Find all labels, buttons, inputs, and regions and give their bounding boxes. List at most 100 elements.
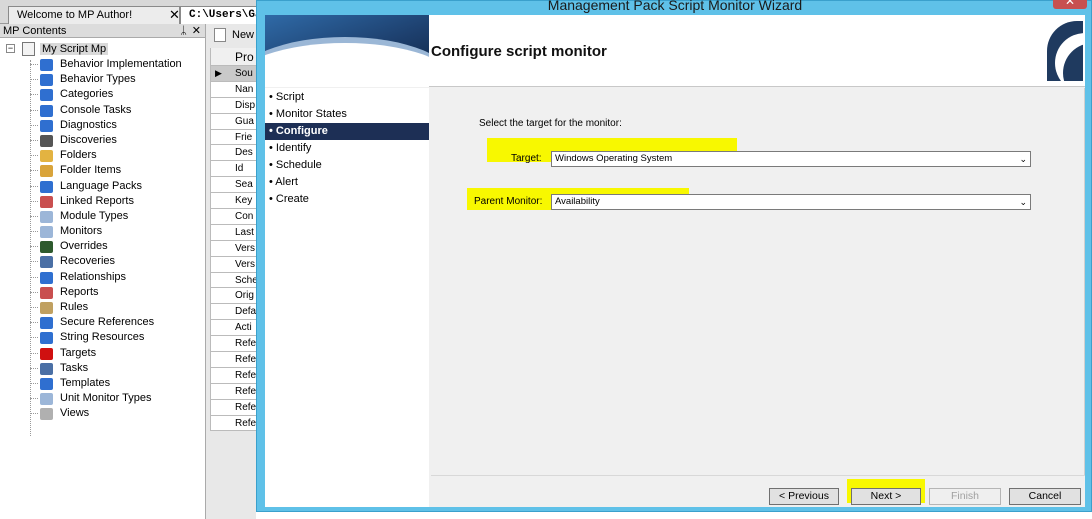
property-row[interactable]: Nan: [210, 81, 256, 98]
parent-monitor-select[interactable]: Availability ⌄: [551, 194, 1031, 210]
tree-item[interactable]: Secure References: [0, 315, 205, 330]
property-row[interactable]: Refe: [210, 399, 256, 416]
property-row[interactable]: Gua: [210, 113, 256, 130]
chevron-down-icon[interactable]: ⌄: [1019, 195, 1027, 209]
property-name: Sou: [235, 68, 253, 79]
property-row[interactable]: Key: [210, 193, 256, 210]
property-row[interactable]: Acti: [210, 320, 256, 337]
pin-icon[interactable]: ᛦ: [180, 24, 187, 38]
close-icon[interactable]: ✕: [192, 24, 201, 38]
tree-item-label: String Resources: [60, 331, 145, 344]
property-name: Refe: [235, 401, 256, 413]
tree-item-label: Monitors: [60, 225, 103, 238]
tree-item[interactable]: Recoveries: [0, 254, 205, 269]
blue-book-icon: [40, 332, 53, 345]
tree-item[interactable]: Console Tasks: [0, 103, 205, 118]
tree-item[interactable]: Templates: [0, 376, 205, 391]
module-icon: [40, 210, 53, 223]
mp-contents-pane: MP Contents ᛦ ✕ − My Script Mp Behavior …: [0, 24, 206, 519]
tree-item[interactable]: Monitors: [0, 224, 205, 239]
property-row[interactable]: Des: [210, 145, 256, 162]
property-row[interactable]: Frie: [210, 129, 256, 146]
tree-item[interactable]: Reports: [0, 285, 205, 300]
tree-connector: [30, 322, 38, 324]
property-row[interactable]: Refe: [210, 352, 256, 368]
tree-item-label: Recoveries: [60, 255, 116, 268]
property-name: Id: [235, 163, 244, 175]
property-row[interactable]: Sea: [210, 177, 256, 194]
tree-item[interactable]: Behavior Implementation: [0, 57, 205, 72]
next-button[interactable]: Next >: [851, 488, 921, 505]
tree-connector: [30, 124, 38, 126]
tree-item-label: Folder Items: [60, 164, 122, 177]
new-button[interactable]: New: [210, 26, 258, 44]
tree-item[interactable]: Overrides: [0, 239, 205, 254]
tree-item[interactable]: Rules: [0, 300, 205, 315]
tree-item-label: Linked Reports: [60, 194, 134, 207]
property-row[interactable]: Orig: [210, 288, 256, 305]
wizard-step[interactable]: • Configure: [265, 123, 429, 140]
wizard-step[interactable]: • Monitor States: [265, 106, 429, 123]
property-row[interactable]: Sche: [210, 272, 256, 289]
tree-item[interactable]: Behavior Types: [0, 72, 205, 87]
tree-item[interactable]: Unit Monitor Types: [0, 391, 205, 406]
tree-item-label: Console Tasks: [60, 103, 132, 116]
property-row[interactable]: Defa: [210, 304, 256, 321]
property-name: Frie: [235, 131, 253, 143]
collapse-icon[interactable]: −: [6, 44, 15, 53]
blue-book-icon: [40, 119, 53, 132]
previous-button[interactable]: < Previous: [769, 488, 839, 505]
overrides-icon: [40, 241, 53, 254]
tree-root[interactable]: − My Script Mp: [0, 41, 205, 57]
tree-item[interactable]: Folder Items: [0, 163, 205, 178]
wizard-step[interactable]: • Alert: [265, 174, 429, 191]
wizard-steps: • Script • Monitor States • Configure • Ide…: [265, 88, 429, 507]
property-row[interactable]: Id: [210, 161, 256, 178]
finish-button[interactable]: Finish: [929, 488, 1001, 505]
chevron-down-icon[interactable]: ⌄: [1019, 152, 1027, 166]
tree-item[interactable]: Linked Reports: [0, 194, 205, 209]
tree-item[interactable]: Discoveries: [0, 133, 205, 148]
tree-item[interactable]: Diagnostics: [0, 118, 205, 133]
property-name: Sche: [235, 274, 256, 286]
target-select[interactable]: Windows Operating System ⌄: [551, 151, 1031, 167]
property-row[interactable]: Refe: [210, 336, 256, 353]
property-grid: Pro ▶ Sou Nan Disp Gua Frie Des Id Sea Key Con Last…: [210, 48, 256, 432]
tree-item[interactable]: Module Types: [0, 209, 205, 224]
tree-item-label: Diagnostics: [60, 118, 117, 131]
tree-item[interactable]: Targets: [0, 346, 205, 361]
close-icon[interactable]: ✕: [169, 7, 180, 23]
tree-connector: [30, 337, 38, 339]
tree-item[interactable]: Language Packs: [0, 179, 205, 194]
tree-item-label: Overrides: [60, 240, 108, 253]
property-name: Gua: [235, 115, 254, 127]
tree-item[interactable]: Views: [0, 406, 205, 421]
property-row[interactable]: Vers: [210, 240, 256, 257]
cancel-button[interactable]: Cancel: [1009, 488, 1081, 505]
property-name: Vers: [235, 242, 256, 254]
property-row[interactable]: Last: [210, 224, 256, 241]
editor-pane: New Pro ▶ Sou Nan Disp Gua Frie Des Id Sea Key Con…: [206, 24, 256, 519]
property-row[interactable]: Refe: [210, 367, 256, 384]
wizard-step[interactable]: • Identify: [265, 140, 429, 157]
property-row[interactable]: Disp: [210, 97, 256, 114]
property-row[interactable]: Vers: [210, 256, 256, 273]
tree-item[interactable]: Categories: [0, 87, 205, 102]
tab-welcome[interactable]: Welcome to MP Author! ✕: [8, 6, 180, 24]
tree-item[interactable]: Tasks: [0, 361, 205, 376]
property-row[interactable]: ▶ Sou: [210, 66, 256, 82]
property-name: Last: [235, 226, 254, 238]
property-row[interactable]: Refe: [210, 415, 256, 432]
wizard-step[interactable]: • Schedule: [265, 157, 429, 174]
wizard-step[interactable]: • Create: [265, 191, 429, 208]
views-icon: [40, 408, 53, 421]
close-icon[interactable]: ✕: [1053, 0, 1087, 9]
property-row[interactable]: Con: [210, 209, 256, 225]
tree-item[interactable]: Relationships: [0, 270, 205, 285]
wizard-step[interactable]: • Script: [265, 89, 429, 106]
blue-book-icon: [40, 271, 53, 284]
tree-item[interactable]: String Resources: [0, 330, 205, 345]
property-row[interactable]: Refe: [210, 383, 256, 400]
tree-item-label: Tasks: [60, 361, 89, 374]
tree-item[interactable]: Folders: [0, 148, 205, 163]
